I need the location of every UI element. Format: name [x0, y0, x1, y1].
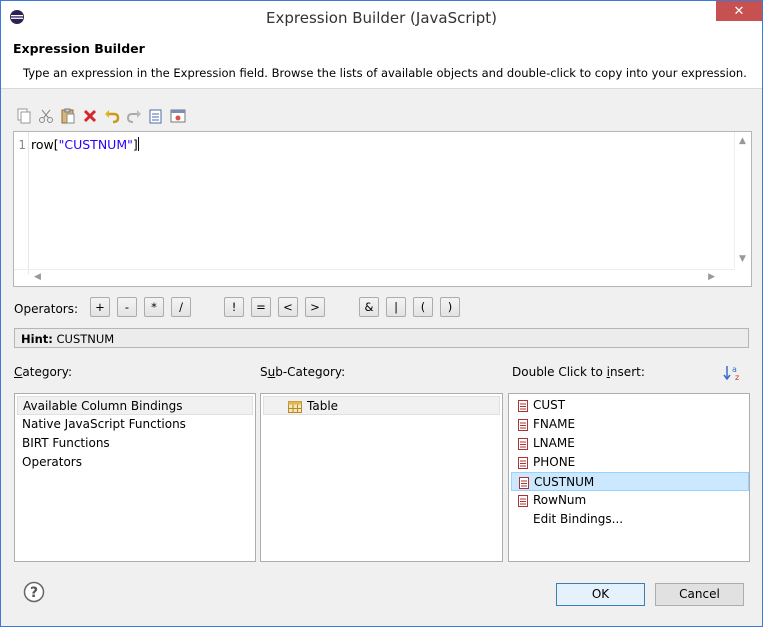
delete-icon — [83, 109, 97, 123]
horizontal-scrollbar[interactable]: ◀ ▶ — [14, 269, 735, 286]
column-icon — [518, 456, 528, 469]
operator-close-paren-button[interactable]: ) — [440, 297, 460, 317]
column-item-selected[interactable]: CUSTNUM — [511, 472, 749, 491]
cut-button[interactable] — [37, 107, 55, 125]
operator-open-paren-button[interactable]: ( — [413, 297, 433, 317]
scroll-down-icon[interactable]: ▼ — [739, 254, 746, 264]
hint-label: Hint: — [21, 332, 53, 346]
svg-text:z: z — [735, 373, 739, 382]
clipboard-icon — [61, 108, 75, 124]
operator-multiply-button[interactable]: * — [144, 297, 164, 317]
help-icon: ? — [23, 581, 45, 603]
undo-button[interactable] — [103, 107, 121, 125]
category-list[interactable]: Available Column Bindings Native JavaScr… — [14, 393, 256, 562]
hint-text: CUSTNUM — [56, 332, 115, 346]
operator-minus-button[interactable]: - — [117, 297, 137, 317]
expression-code[interactable]: row["CUSTNUM"] — [31, 137, 139, 152]
title-bar: Expression Builder (JavaScript) ✕ — [1, 1, 762, 33]
operator-plus-button[interactable]: + — [90, 297, 110, 317]
column-item[interactable]: RowNum — [511, 491, 747, 510]
close-icon: ✕ — [733, 3, 745, 19]
editor-toolbar — [15, 107, 187, 125]
line-number: 1 — [18, 138, 26, 152]
category-item[interactable]: Available Column Bindings — [17, 396, 253, 415]
scroll-left-icon[interactable]: ◀ — [34, 272, 41, 282]
line-number-gutter: 1 — [14, 132, 29, 274]
redo-icon — [126, 110, 141, 123]
header-description: Type an expression in the Expression fie… — [23, 66, 747, 80]
column-item[interactable]: CUST — [511, 396, 747, 415]
ok-button[interactable]: OK — [556, 583, 645, 606]
category-item[interactable]: BIRT Functions — [17, 434, 253, 453]
operator-and-button[interactable]: & — [359, 297, 379, 317]
sort-button[interactable]: a z — [723, 363, 743, 383]
text-caret — [137, 137, 139, 151]
operator-less-button[interactable]: < — [278, 297, 298, 317]
operator-or-button[interactable]: | — [386, 297, 406, 317]
select-all-icon — [149, 109, 162, 124]
scroll-up-icon[interactable]: ▲ — [739, 136, 746, 146]
svg-text:?: ? — [30, 585, 38, 601]
window-title: Expression Builder (JavaScript) — [266, 9, 497, 27]
operator-greater-button[interactable]: > — [305, 297, 325, 317]
delete-button[interactable] — [81, 107, 99, 125]
column-icon — [518, 418, 528, 431]
dialog-header: Expression Builder Type an expression in… — [1, 33, 762, 89]
column-icon — [518, 437, 528, 450]
category-item[interactable]: Operators — [17, 453, 253, 472]
paste-button[interactable] — [59, 107, 77, 125]
preview-icon — [170, 109, 186, 123]
subcategory-list[interactable]: Table — [260, 393, 503, 562]
subcategory-item[interactable]: Table — [263, 396, 500, 415]
insert-label: Double Click to insert: — [512, 365, 645, 379]
subcategory-label: Sub-Category: — [260, 365, 346, 379]
insert-list[interactable]: CUST FNAME LNAME PHONE CUSTNUM RowNum Ed… — [508, 393, 750, 562]
column-item[interactable]: LNAME — [511, 434, 747, 453]
operator-not-button[interactable]: ! — [224, 297, 244, 317]
hint-bar: Hint: CUSTNUM — [14, 328, 749, 348]
header-title: Expression Builder — [13, 41, 145, 56]
column-icon — [519, 476, 529, 489]
edit-bindings-item[interactable]: Edit Bindings... — [511, 510, 747, 529]
column-item[interactable]: PHONE — [511, 453, 747, 472]
table-icon — [288, 400, 302, 413]
column-icon — [518, 399, 528, 412]
redo-button[interactable] — [125, 107, 143, 125]
scissors-icon — [39, 109, 53, 123]
operator-divide-button[interactable]: / — [171, 297, 191, 317]
copy-icon — [17, 108, 31, 124]
close-button[interactable]: ✕ — [716, 1, 762, 21]
copy-button[interactable] — [15, 107, 33, 125]
operator-equals-button[interactable]: = — [251, 297, 271, 317]
dialog-window: Expression Builder (JavaScript) ✕ Expres… — [0, 0, 763, 627]
category-label: Category: — [14, 365, 72, 379]
operators-label: Operators: — [14, 302, 79, 316]
code-prefix: row[ — [31, 137, 59, 152]
expression-editor[interactable]: 1 row["CUSTNUM"] ▲ ▼ ◀ ▶ — [13, 131, 752, 287]
code-string: "CUSTNUM" — [58, 137, 133, 152]
column-item[interactable]: FNAME — [511, 415, 747, 434]
select-all-button[interactable] — [147, 107, 165, 125]
preview-button[interactable] — [169, 107, 187, 125]
subcategory-item-label: Table — [307, 399, 339, 413]
column-icon — [518, 494, 528, 507]
sort-az-icon: a z — [723, 365, 739, 382]
undo-icon — [105, 110, 120, 124]
vertical-scrollbar[interactable]: ▲ ▼ — [734, 132, 751, 268]
scroll-right-icon[interactable]: ▶ — [708, 272, 715, 282]
help-button[interactable]: ? — [23, 581, 45, 603]
cancel-button[interactable]: Cancel — [655, 583, 744, 606]
category-item[interactable]: Native JavaScript Functions — [17, 415, 253, 434]
